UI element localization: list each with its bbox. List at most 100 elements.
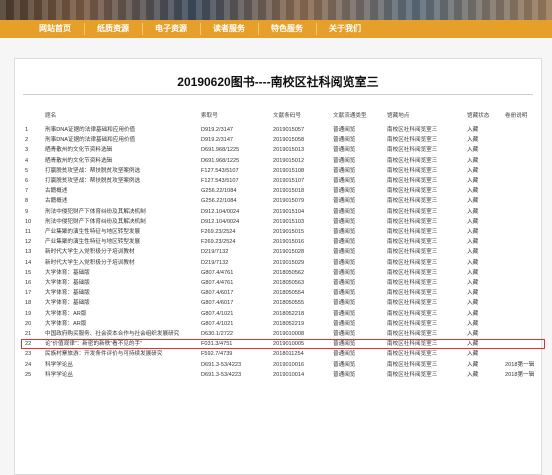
cell-book-title: 大学体育：基础版: [45, 290, 90, 297]
cell-book-title: 打赢脱贫攻坚战：帮扶脱贫攻坚案例选: [45, 167, 141, 174]
cell-circulation-type: 普通阅览: [333, 229, 356, 235]
cell-location: 南校区社科阅览室三: [387, 188, 438, 195]
cell-row-number: 6: [25, 178, 29, 184]
nav-reader-services[interactable]: 读者服务: [204, 20, 254, 38]
cell-location: 南校区社科阅览室三: [387, 331, 438, 337]
cell-circulation-type: 普通阅览: [333, 127, 356, 133]
cell-barcode: 2019015104: [273, 208, 305, 215]
cell-barcode: 2019015028: [273, 249, 305, 256]
cell-barcode: 2018050555: [273, 300, 305, 307]
cell-call-number: D919.2/3147: [201, 127, 234, 133]
cell-circulation-type: 普通阅览: [333, 361, 356, 368]
cell-circulation-type: 普通阅览: [333, 269, 356, 276]
cell-book-title: 晒青散州的文化节资料选辑: [45, 147, 113, 154]
cell-location: 南校区社科阅览室三: [387, 239, 438, 246]
cell-location: 南校区社科阅览室三: [387, 127, 438, 133]
cell-location: 南校区社科阅览室三: [387, 259, 438, 266]
cell-row-number: 25: [25, 371, 32, 378]
cell-book-title: 打赢脱贫攻坚战：帮扶脱贫攻坚案例选: [45, 178, 141, 184]
cell-barcode: 2019015013: [273, 147, 305, 154]
cell-barcode: 2019015103: [273, 218, 305, 225]
cell-call-number: D912.104/0024: [201, 208, 240, 215]
cell-barcode: 2018052219: [273, 320, 305, 327]
column-header-book-title: 题名: [45, 113, 57, 119]
cell-status: 入藏: [467, 208, 479, 215]
cell-circulation-type: 普通阅览: [333, 178, 356, 184]
cell-volume-note: 2018第一辑: [505, 361, 535, 368]
cell-status: 入藏: [467, 218, 479, 225]
cell-call-number: F592.7/4739: [201, 351, 233, 358]
cell-call-number: G807.4/1021: [201, 320, 234, 327]
cell-circulation-type: 普通阅览: [333, 208, 356, 215]
cell-barcode: 2019015015: [273, 229, 305, 235]
nav-divider: [316, 23, 317, 35]
cell-status: 入藏: [467, 331, 479, 337]
cell-status: 入藏: [467, 127, 479, 133]
content-panel: 20190620图书----南校区社科阅览室三 题名 索取号 文献条码号 文献流通类型…: [14, 58, 545, 475]
cell-barcode: 2018052218: [273, 310, 305, 317]
cell-status: 入藏: [467, 178, 479, 184]
cell-row-number: 16: [25, 280, 32, 286]
cell-row-number: 18: [25, 300, 32, 307]
cell-barcode: 2018050562: [273, 269, 305, 276]
cell-barcode: 2019015079: [273, 198, 305, 205]
cell-barcode: 2019015012: [273, 157, 305, 164]
cell-call-number: D630.1/2722: [201, 331, 234, 337]
cell-barcode: 2019010016: [273, 361, 305, 368]
cell-call-number: D219/7132: [201, 259, 229, 266]
cell-location: 南校区社科阅览室三: [387, 218, 438, 225]
cell-call-number: D691.3-53/4223: [201, 361, 242, 368]
cell-location: 南校区社科阅览室三: [387, 310, 438, 317]
cell-circulation-type: 普通阅览: [333, 239, 356, 246]
cell-status: 入藏: [467, 249, 479, 256]
cell-circulation-type: 普通阅览: [333, 351, 356, 358]
cell-location: 南校区社科阅览室三: [387, 351, 438, 358]
cell-barcode: 2019015108: [273, 167, 305, 174]
cell-book-title: 新时代大学生入党积极分子培训教材: [45, 259, 135, 266]
cell-barcode: 2019010008: [273, 331, 305, 337]
cell-call-number: G256.22/1084: [201, 198, 237, 205]
cell-book-title: 刑事DNA证据的法律基础和应用价值: [45, 137, 136, 144]
cell-status: 入藏: [467, 137, 479, 144]
cell-circulation-type: 普通阅览: [333, 371, 356, 378]
cell-book-title: 中国政府购买服务、社会资本合作与社会组织发展研究: [45, 331, 180, 337]
cell-book-title: 大学体育：基础版: [45, 300, 90, 307]
nav-e-resources[interactable]: 电子资源: [146, 20, 196, 38]
cell-call-number: D691.968/1225: [201, 157, 240, 164]
cell-location: 南校区社科阅览室三: [387, 157, 438, 164]
title-divider: [23, 94, 533, 95]
cell-row-number: 19: [25, 310, 32, 317]
cell-book-title: 古籍概述: [45, 188, 68, 195]
column-header-volume-note: 卷册说明: [505, 113, 528, 119]
cell-book-title: 产业集聚的演生性特征与地区转型发展: [45, 239, 141, 246]
cell-row-number: 2: [25, 137, 29, 144]
cell-location: 南校区社科阅览室三: [387, 198, 438, 205]
cell-row-number: 11: [25, 229, 31, 235]
cell-barcode: 2019015029: [273, 259, 305, 266]
cell-circulation-type: 普通阅览: [333, 157, 356, 164]
nav-special-services[interactable]: 特色服务: [262, 20, 312, 38]
column-header-call-number: 索取号: [201, 113, 218, 119]
nav-divider: [200, 23, 201, 35]
cell-call-number: G807.4/6017: [201, 300, 234, 307]
cell-row-number: 20: [25, 320, 32, 327]
cell-location: 南校区社科阅览室三: [387, 269, 438, 276]
column-header-location: 馆藏地点: [387, 113, 410, 119]
cell-book-title: 科学学论丛: [45, 371, 73, 378]
cell-circulation-type: 普通阅览: [333, 249, 356, 256]
cell-call-number: G807.4/6017: [201, 290, 234, 297]
cell-location: 南校区社科阅览室三: [387, 147, 438, 154]
nav-divider: [142, 23, 143, 35]
cell-barcode: 2018050554: [273, 290, 305, 297]
cell-call-number: D219/7132: [201, 249, 229, 256]
cell-barcode: 2019015057: [273, 127, 305, 133]
cell-status: 入藏: [467, 290, 479, 297]
cell-location: 南校区社科阅览室三: [387, 249, 438, 256]
cell-location: 南校区社科阅览室三: [387, 208, 438, 215]
nav-about[interactable]: 关于我们: [320, 20, 370, 38]
cell-circulation-type: 普通阅览: [333, 218, 356, 225]
cell-status: 入藏: [467, 239, 479, 246]
nav-home[interactable]: 网站首页: [30, 20, 80, 38]
nav-print-resources[interactable]: 纸质资源: [88, 20, 138, 38]
cell-barcode: 2019015107: [273, 178, 305, 184]
